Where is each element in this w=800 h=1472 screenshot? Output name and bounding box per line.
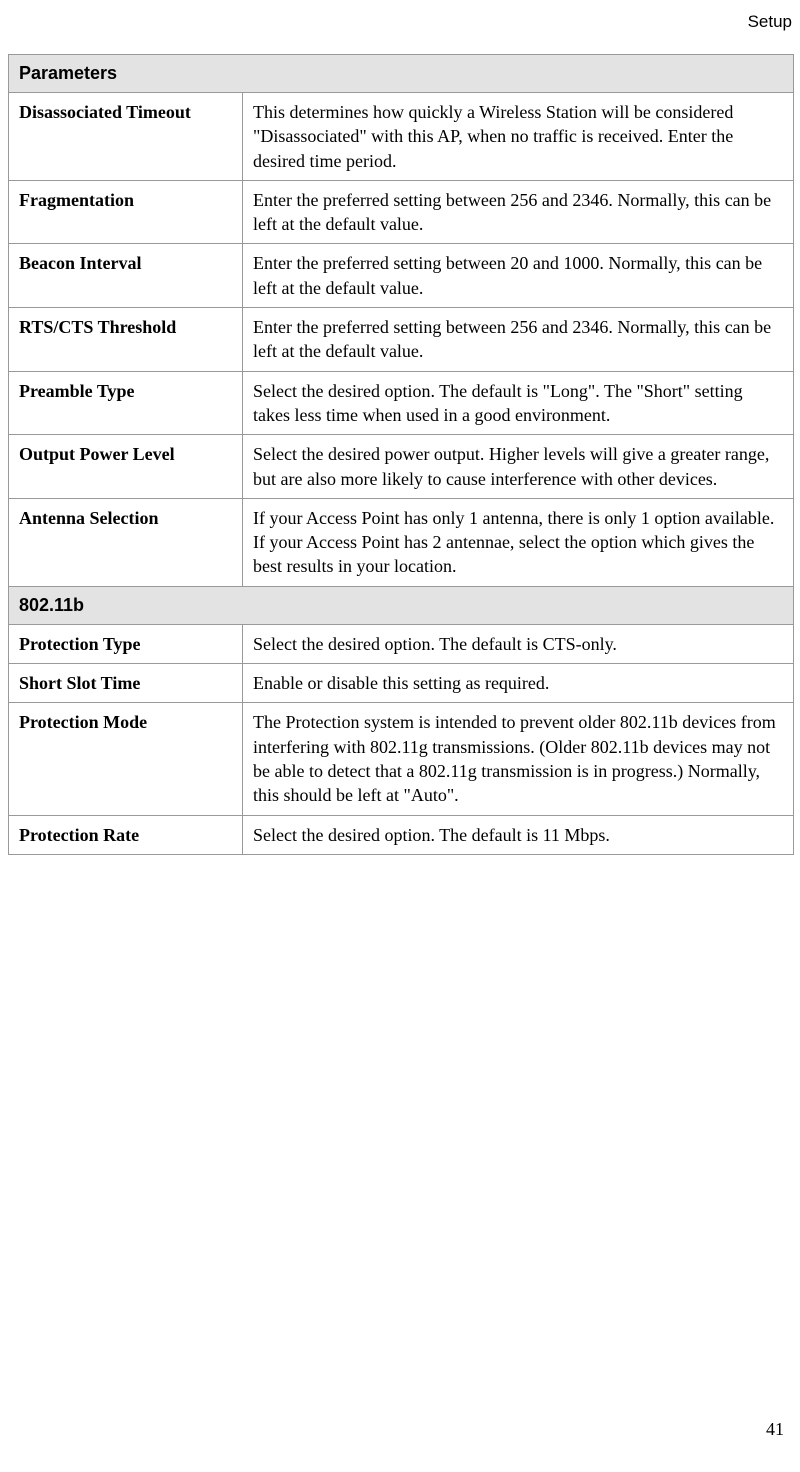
param-name: Preamble Type — [9, 371, 243, 435]
section-header-parameters: Parameters — [9, 55, 794, 93]
table-row: Beacon Interval Enter the preferred sett… — [9, 244, 794, 308]
section-header-80211b: 802.11b — [9, 586, 794, 624]
param-desc: The Protection system is intended to pre… — [243, 703, 794, 815]
page-header: Setup — [8, 12, 794, 32]
table-row: Protection Type Select the desired optio… — [9, 624, 794, 663]
param-name: Output Power Level — [9, 435, 243, 499]
param-name: Beacon Interval — [9, 244, 243, 308]
param-desc: Select the desired option. The default i… — [243, 371, 794, 435]
param-name: Protection Type — [9, 624, 243, 663]
table-row: Preamble Type Select the desired option.… — [9, 371, 794, 435]
table-row: RTS/CTS Threshold Enter the preferred se… — [9, 308, 794, 372]
param-name: Protection Mode — [9, 703, 243, 815]
param-name: Fragmentation — [9, 180, 243, 244]
param-desc: Select the desired power output. Higher … — [243, 435, 794, 499]
parameters-table: Parameters Disassociated Timeout This de… — [8, 54, 794, 855]
table-row: Protection Rate Select the desired optio… — [9, 815, 794, 854]
param-desc: Enter the preferred setting between 20 a… — [243, 244, 794, 308]
param-name: RTS/CTS Threshold — [9, 308, 243, 372]
table-row: Output Power Level Select the desired po… — [9, 435, 794, 499]
table-row: Fragmentation Enter the preferred settin… — [9, 180, 794, 244]
param-desc: This determines how quickly a Wireless S… — [243, 93, 794, 181]
param-name: Short Slot Time — [9, 664, 243, 703]
param-name: Disassociated Timeout — [9, 93, 243, 181]
param-desc: Enter the preferred setting between 256 … — [243, 308, 794, 372]
param-name: Protection Rate — [9, 815, 243, 854]
table-row: Short Slot Time Enable or disable this s… — [9, 664, 794, 703]
table-row: Protection Mode The Protection system is… — [9, 703, 794, 815]
param-desc: Enter the preferred setting between 256 … — [243, 180, 794, 244]
table-row: Disassociated Timeout This determines ho… — [9, 93, 794, 181]
param-desc: If your Access Point has only 1 antenna,… — [243, 498, 794, 586]
table-row: Antenna Selection If your Access Point h… — [9, 498, 794, 586]
param-name: Antenna Selection — [9, 498, 243, 586]
param-desc: Select the desired option. The default i… — [243, 815, 794, 854]
page-number: 41 — [766, 1419, 784, 1440]
param-desc: Select the desired option. The default i… — [243, 624, 794, 663]
param-desc: Enable or disable this setting as requir… — [243, 664, 794, 703]
